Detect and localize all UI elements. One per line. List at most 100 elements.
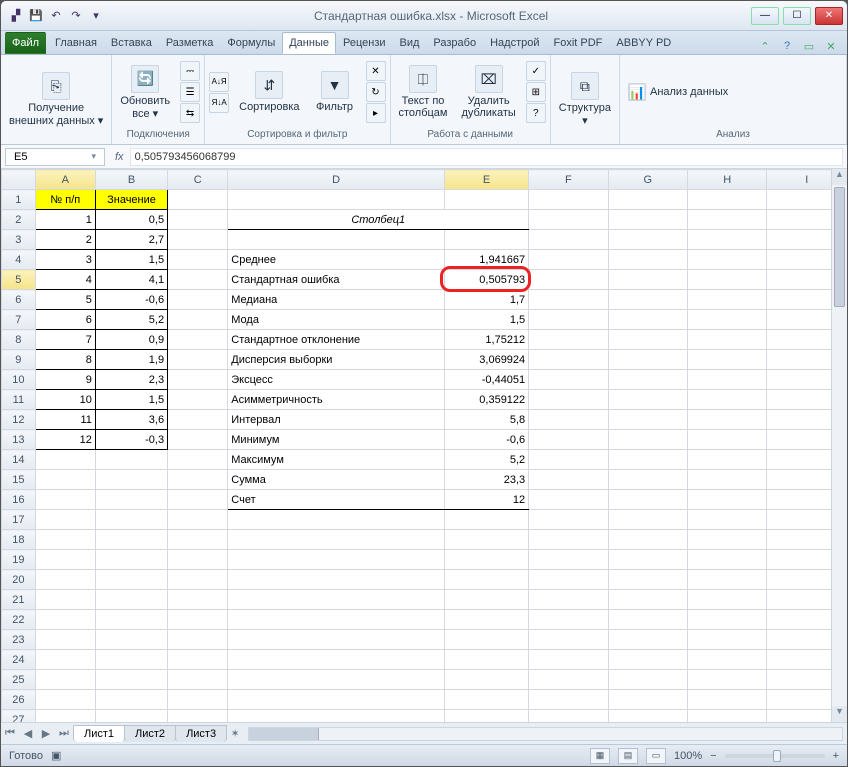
- whatif-button[interactable]: ?: [526, 103, 546, 123]
- cell-C21[interactable]: [168, 590, 228, 610]
- macro-record-icon[interactable]: ▣: [51, 749, 61, 762]
- tab-file[interactable]: Файл: [5, 32, 46, 54]
- col-header-E[interactable]: E: [444, 170, 528, 190]
- row-header-10[interactable]: 10: [2, 370, 36, 390]
- cell-C14[interactable]: [168, 450, 228, 470]
- cell-H25[interactable]: [688, 670, 767, 690]
- cell-C10[interactable]: [168, 370, 228, 390]
- cell-E11[interactable]: 0,359122: [444, 390, 528, 410]
- cell-G8[interactable]: [608, 330, 687, 350]
- cell-E26[interactable]: [444, 690, 528, 710]
- cell-E8[interactable]: 1,75212: [444, 330, 528, 350]
- cell-G3[interactable]: [608, 230, 687, 250]
- sheet-nav-first-icon[interactable]: ⏮: [1, 725, 19, 743]
- cell-B13[interactable]: -0,3: [95, 430, 167, 450]
- cell-E14[interactable]: 5,2: [444, 450, 528, 470]
- cell-F26[interactable]: [529, 690, 608, 710]
- cell-H21[interactable]: [688, 590, 767, 610]
- view-normal-button[interactable]: ▦: [590, 748, 610, 764]
- cell-D6[interactable]: Медиана: [228, 290, 445, 310]
- cell-H11[interactable]: [688, 390, 767, 410]
- zoom-level[interactable]: 100%: [674, 750, 702, 762]
- cell-A1[interactable]: № п/п: [35, 190, 95, 210]
- cell-D18[interactable]: [228, 530, 445, 550]
- cell-E13[interactable]: -0,6: [444, 430, 528, 450]
- cell-A10[interactable]: 9: [35, 370, 95, 390]
- save-icon[interactable]: 💾: [27, 7, 45, 25]
- cell-C24[interactable]: [168, 650, 228, 670]
- cell-A21[interactable]: [35, 590, 95, 610]
- cell-F15[interactable]: [529, 470, 608, 490]
- cell-F6[interactable]: [529, 290, 608, 310]
- cell-B7[interactable]: 5,2: [95, 310, 167, 330]
- cell-C3[interactable]: [168, 230, 228, 250]
- maximize-button[interactable]: ☐: [783, 7, 811, 25]
- sort-az-button[interactable]: A↓Я: [209, 72, 229, 92]
- cell-C26[interactable]: [168, 690, 228, 710]
- cell-D21[interactable]: [228, 590, 445, 610]
- cell-B23[interactable]: [95, 630, 167, 650]
- select-all-corner[interactable]: [2, 170, 36, 190]
- row-header-13[interactable]: 13: [2, 430, 36, 450]
- cell-A25[interactable]: [35, 670, 95, 690]
- cell-F13[interactable]: [529, 430, 608, 450]
- row-header-11[interactable]: 11: [2, 390, 36, 410]
- cell-E4[interactable]: 1,941667: [444, 250, 528, 270]
- cell-H13[interactable]: [688, 430, 767, 450]
- cell-E6[interactable]: 1,7: [444, 290, 528, 310]
- cell-D19[interactable]: [228, 550, 445, 570]
- cell-G17[interactable]: [608, 510, 687, 530]
- cell-B5[interactable]: 4,1: [95, 270, 167, 290]
- row-header-4[interactable]: 4: [2, 250, 36, 270]
- cell-C18[interactable]: [168, 530, 228, 550]
- cell-F23[interactable]: [529, 630, 608, 650]
- window-close-icon[interactable]: ✕: [823, 38, 839, 54]
- tab-developer[interactable]: Разрабо: [426, 32, 483, 54]
- fx-button[interactable]: fx: [109, 151, 130, 163]
- cell-H1[interactable]: [688, 190, 767, 210]
- row-header-7[interactable]: 7: [2, 310, 36, 330]
- cell-G22[interactable]: [608, 610, 687, 630]
- cell-B20[interactable]: [95, 570, 167, 590]
- cell-B2[interactable]: 0,5: [95, 210, 167, 230]
- sheet-nav-next-icon[interactable]: ▶: [37, 725, 55, 743]
- cell-H9[interactable]: [688, 350, 767, 370]
- row-header-6[interactable]: 6: [2, 290, 36, 310]
- cell-D5[interactable]: Стандартная ошибка: [228, 270, 445, 290]
- cell-F21[interactable]: [529, 590, 608, 610]
- cell-E19[interactable]: [444, 550, 528, 570]
- cell-A7[interactable]: 6: [35, 310, 95, 330]
- row-header-15[interactable]: 15: [2, 470, 36, 490]
- cell-F11[interactable]: [529, 390, 608, 410]
- cell-H22[interactable]: [688, 610, 767, 630]
- col-header-C[interactable]: C: [168, 170, 228, 190]
- cell-G23[interactable]: [608, 630, 687, 650]
- minimize-ribbon-icon[interactable]: ⌃: [757, 38, 773, 54]
- cell-G13[interactable]: [608, 430, 687, 450]
- cell-C9[interactable]: [168, 350, 228, 370]
- row-header-18[interactable]: 18: [2, 530, 36, 550]
- cell-A13[interactable]: 12: [35, 430, 95, 450]
- view-pagebreak-button[interactable]: ▭: [646, 748, 666, 764]
- row-header-20[interactable]: 20: [2, 570, 36, 590]
- worksheet-area[interactable]: ABCDEFGHI1№ п/пЗначение210,5Столбец1322,…: [1, 169, 847, 722]
- cell-C17[interactable]: [168, 510, 228, 530]
- row-header-19[interactable]: 19: [2, 550, 36, 570]
- cell-E12[interactable]: 5,8: [444, 410, 528, 430]
- cell-E3[interactable]: [444, 230, 528, 250]
- cell-F19[interactable]: [529, 550, 608, 570]
- cell-H2[interactable]: [688, 210, 767, 230]
- scroll-down-arrow-icon[interactable]: ▼: [832, 706, 847, 722]
- data-validation-button[interactable]: ✓: [526, 61, 546, 81]
- cell-A14[interactable]: [35, 450, 95, 470]
- tab-data[interactable]: Данные: [282, 32, 336, 54]
- cell-B25[interactable]: [95, 670, 167, 690]
- cell-H19[interactable]: [688, 550, 767, 570]
- cell-F10[interactable]: [529, 370, 608, 390]
- cell-G2[interactable]: [608, 210, 687, 230]
- cell-E17[interactable]: [444, 510, 528, 530]
- cell-H12[interactable]: [688, 410, 767, 430]
- cell-F3[interactable]: [529, 230, 608, 250]
- cell-D26[interactable]: [228, 690, 445, 710]
- cell-H3[interactable]: [688, 230, 767, 250]
